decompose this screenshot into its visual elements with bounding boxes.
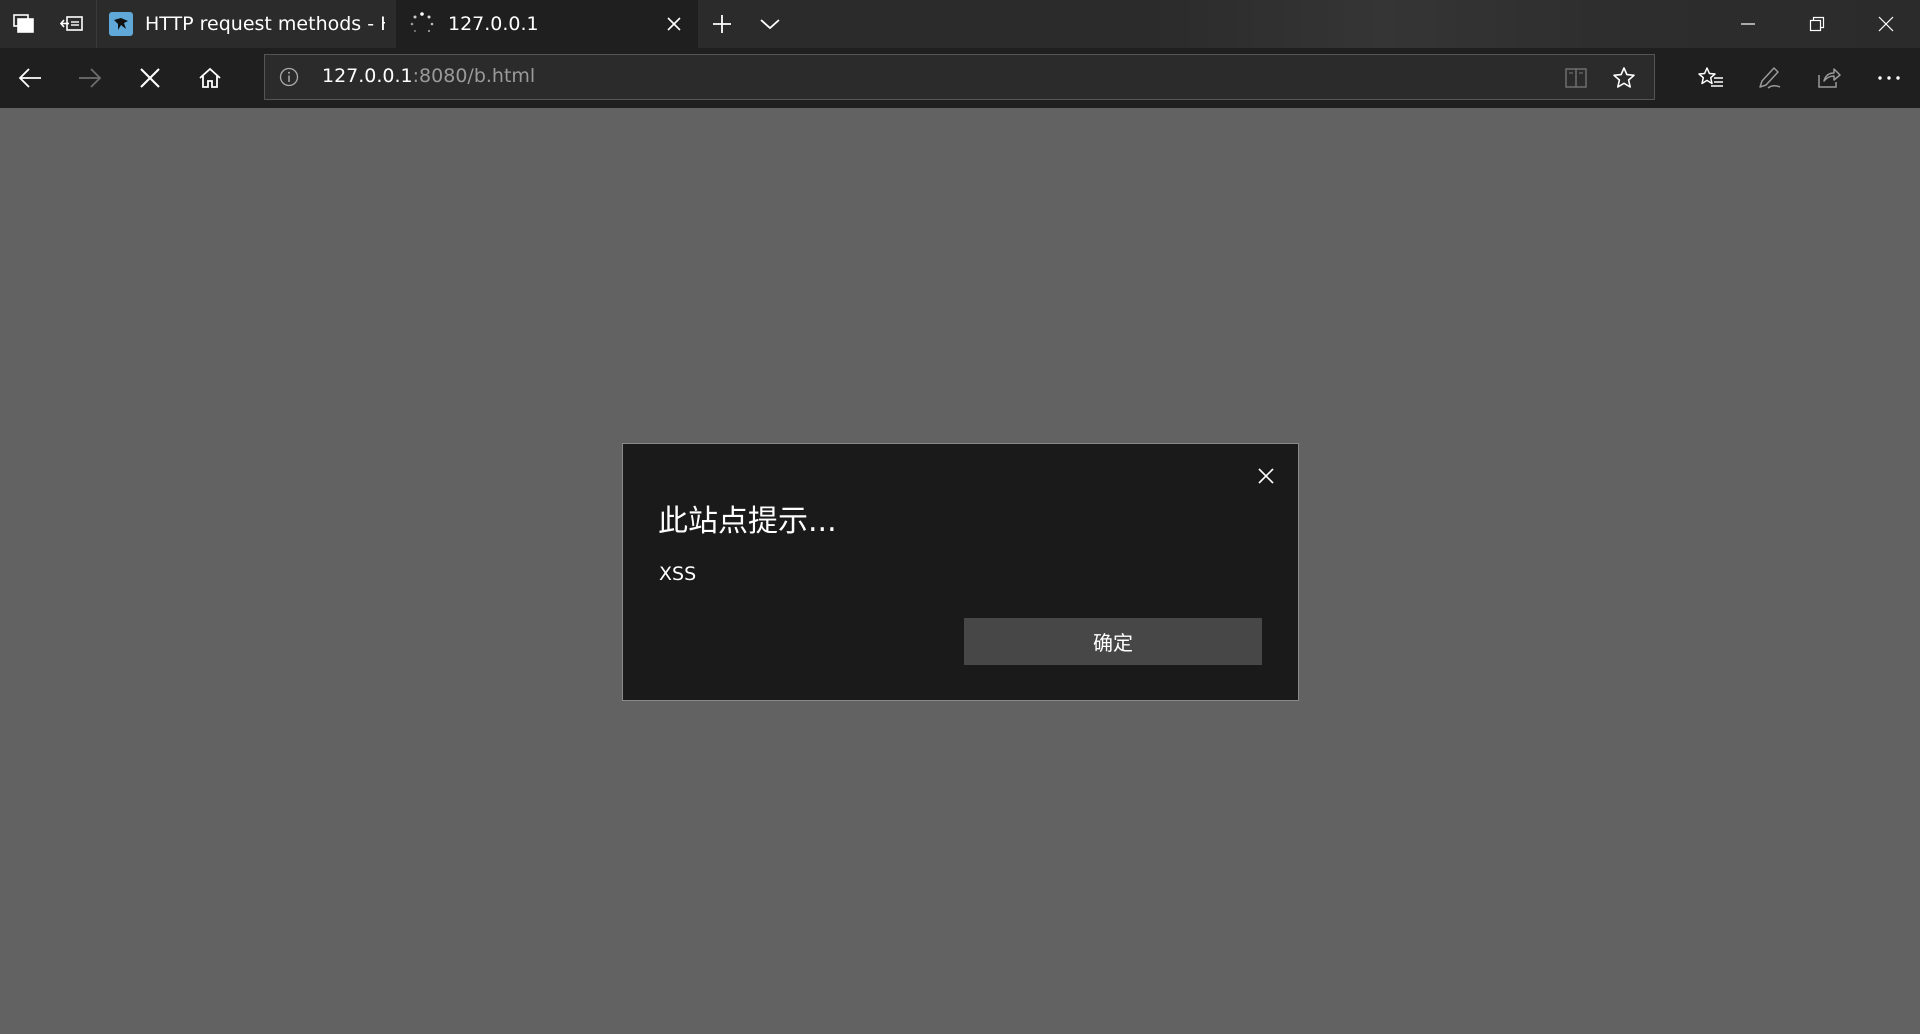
tab-127-0-0-1[interactable]: 127.0.0.1 (396, 0, 698, 48)
tab-http-request-methods[interactable]: HTTP request methods - HT (96, 0, 396, 48)
new-tab-icon (711, 13, 733, 35)
home-icon (198, 66, 222, 90)
alert-dialog: 此站点提示... XSS 确定 (622, 443, 1299, 701)
minimize-icon (1740, 16, 1756, 32)
url-text: 127.0.0.1:8080/b.html (322, 63, 535, 89)
mdn-dino-icon (109, 12, 133, 36)
favorites-hub-icon (1697, 66, 1725, 90)
url-path: :8080/b.html (412, 65, 536, 87)
tab-list-button[interactable] (746, 0, 794, 48)
home-button[interactable] (186, 54, 234, 102)
favorites-hub-button[interactable] (1687, 54, 1735, 102)
web-note-icon (1756, 65, 1782, 91)
share-icon (1816, 66, 1842, 90)
reading-view-icon[interactable] (1562, 64, 1590, 92)
set-tabs-aside-button[interactable] (48, 0, 96, 48)
close-icon (666, 16, 682, 32)
back-button[interactable] (6, 54, 54, 102)
stop-loading-button[interactable] (126, 54, 174, 102)
title-bar: HTTP request methods - HT 127.0.0.1 (0, 0, 1920, 48)
favorite-star-icon[interactable] (1610, 64, 1638, 92)
site-info-icon[interactable] (277, 65, 301, 89)
address-bar[interactable]: 127.0.0.1:8080/b.html (264, 54, 1655, 100)
web-note-button[interactable] (1745, 54, 1793, 102)
tab-list-chevron-icon (759, 17, 781, 31)
url-host: 127.0.0.1 (322, 65, 413, 87)
loading-spinner-icon (408, 10, 436, 38)
tab-title: 127.0.0.1 (448, 13, 539, 35)
dialog-message: XSS (659, 563, 697, 585)
forward-button[interactable] (66, 54, 114, 102)
tabs-aside-icon (13, 13, 35, 35)
restore-icon (1809, 16, 1825, 32)
more-button[interactable] (1865, 54, 1913, 102)
navigation-bar: 127.0.0.1:8080/b.html (0, 48, 1920, 108)
tab-title: HTTP request methods - HT (145, 13, 385, 35)
close-icon (1878, 16, 1894, 32)
window-controls (1713, 0, 1920, 48)
dialog-title: 此站点提示... (658, 504, 837, 539)
new-tab-button[interactable] (698, 0, 746, 48)
back-arrow-icon (17, 67, 43, 89)
more-ellipsis-icon (1876, 74, 1902, 82)
minimize-button[interactable] (1713, 0, 1782, 48)
tabs-aside-button[interactable] (0, 0, 48, 48)
forward-arrow-icon (77, 67, 103, 89)
restore-button[interactable] (1782, 0, 1851, 48)
close-icon (1257, 467, 1275, 485)
stop-loading-icon (139, 67, 161, 89)
tab-close-button[interactable] (662, 12, 686, 36)
dialog-close-button[interactable] (1252, 462, 1280, 490)
close-window-button[interactable] (1851, 0, 1920, 48)
ok-button[interactable]: 确定 (964, 618, 1262, 665)
share-button[interactable] (1805, 54, 1853, 102)
set-tabs-aside-icon (60, 13, 84, 35)
